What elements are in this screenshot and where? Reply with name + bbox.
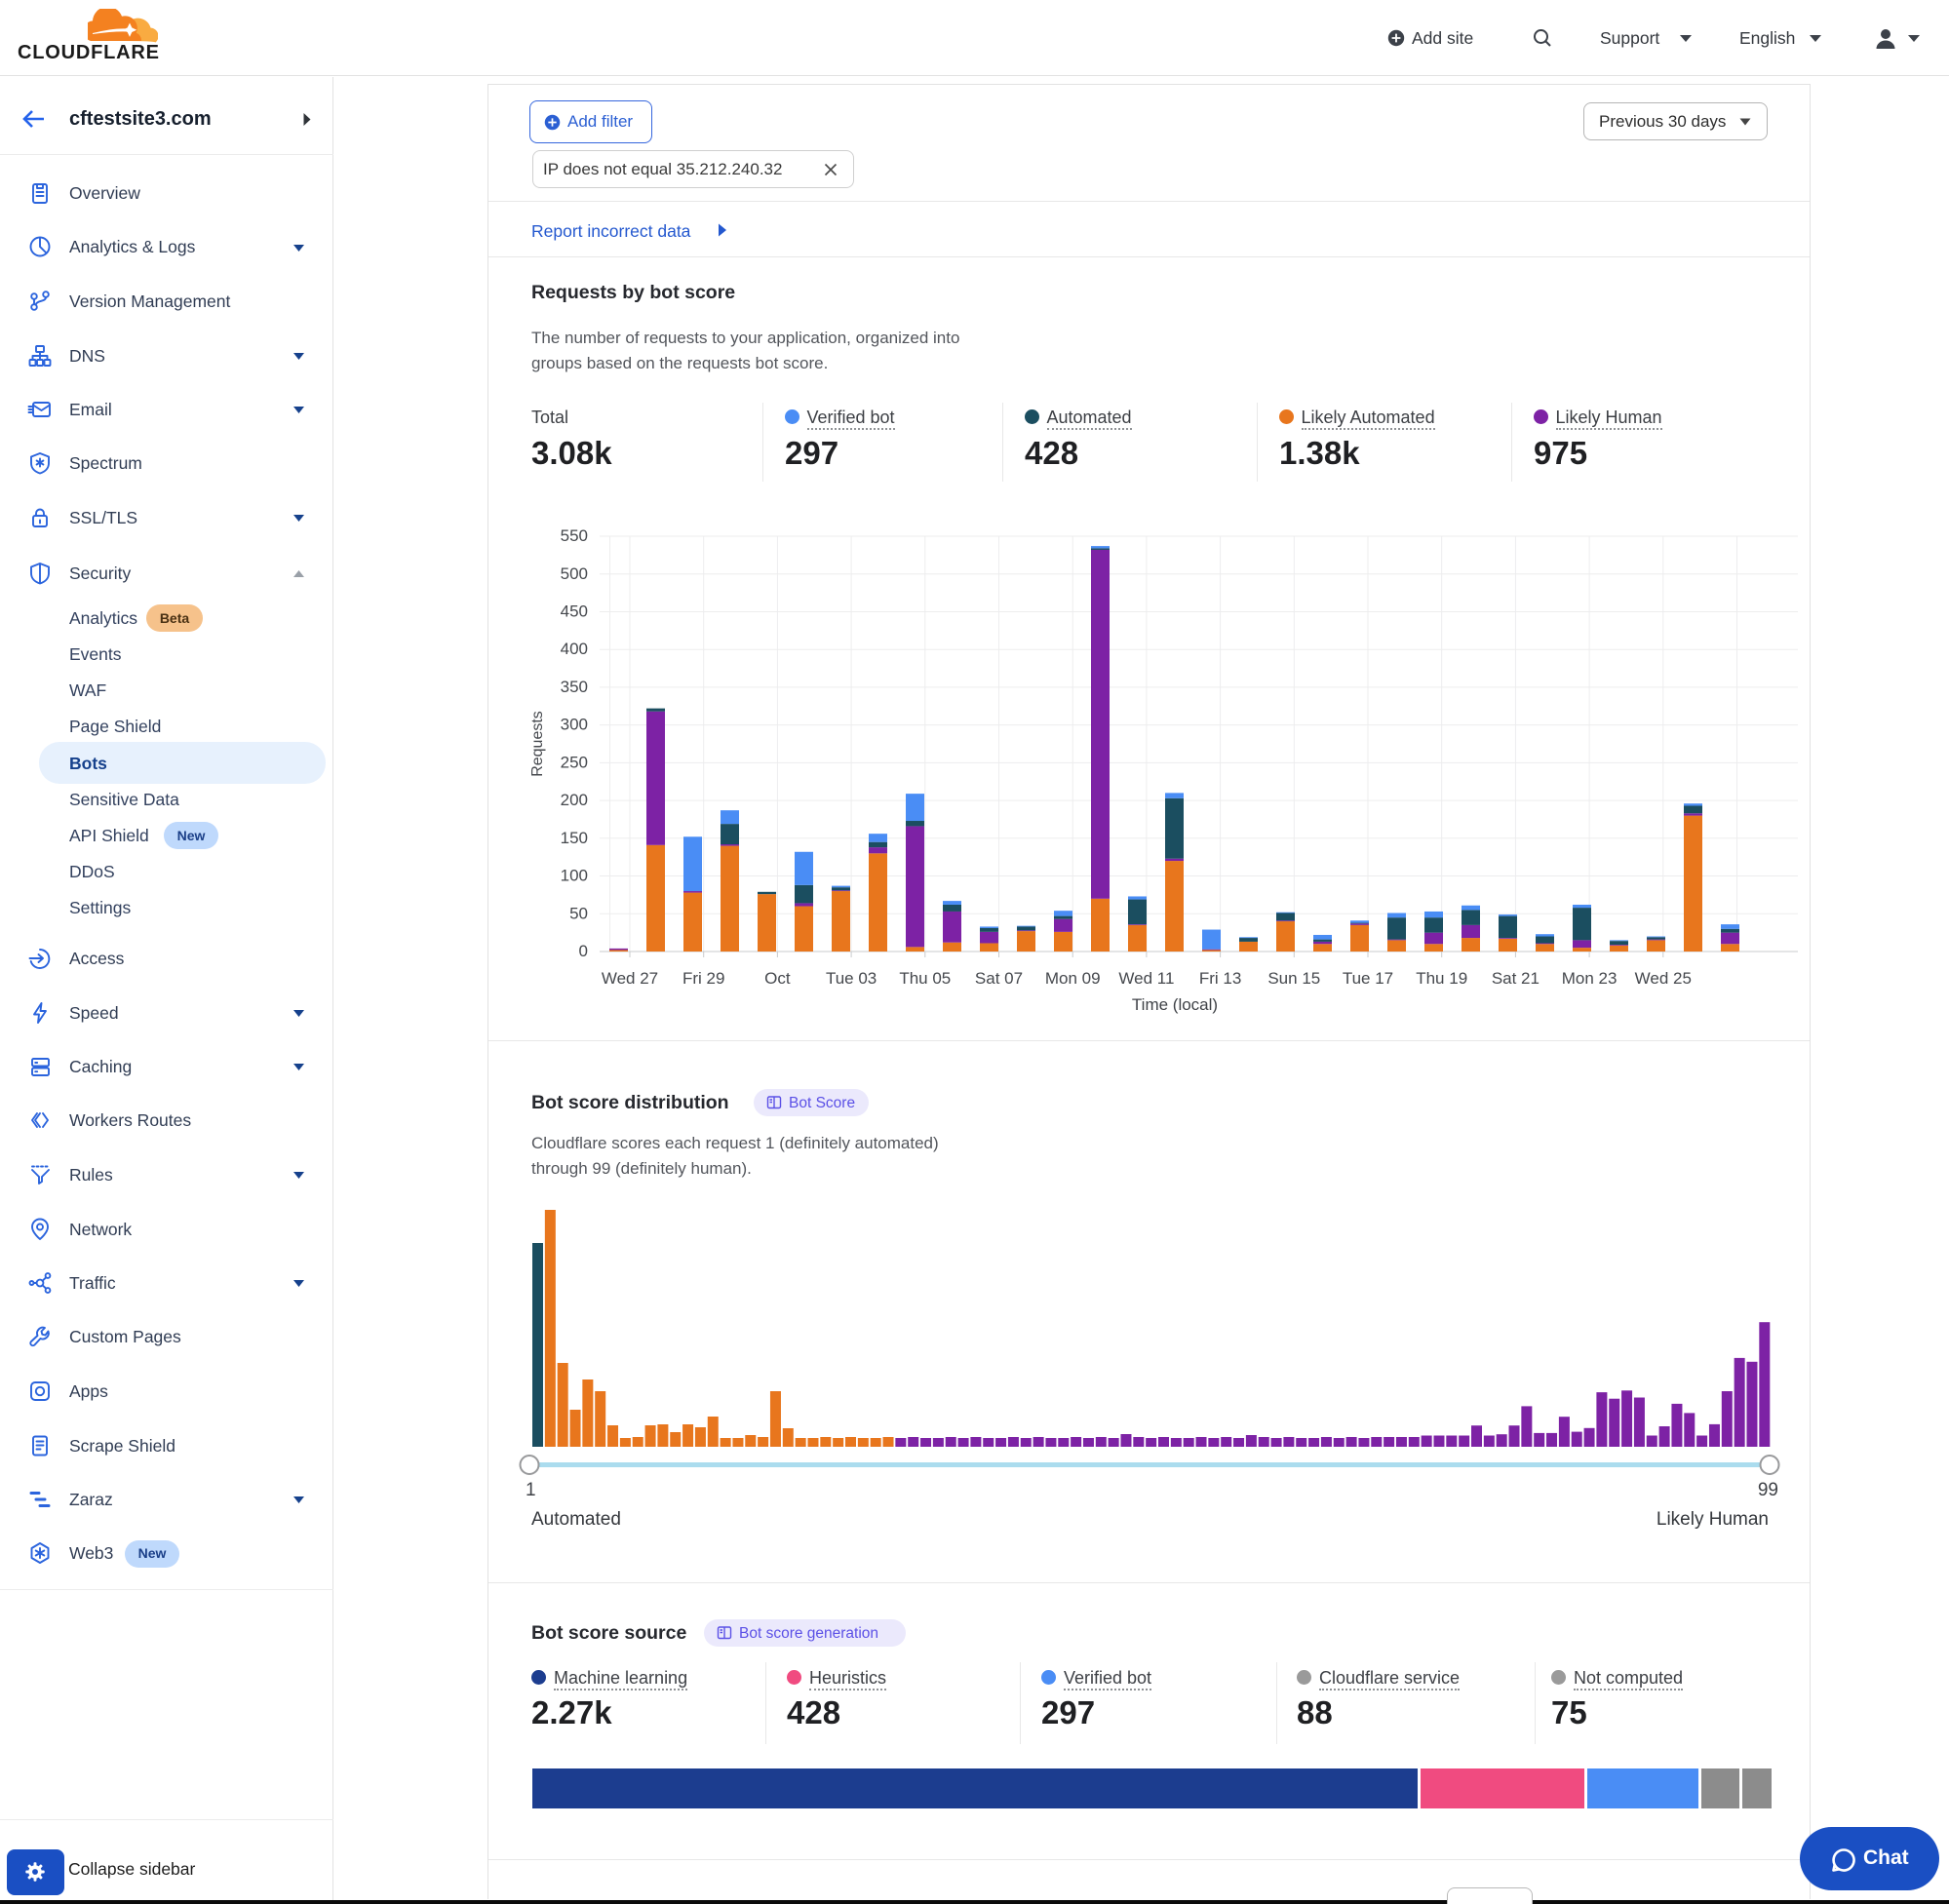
svg-text:0: 0 [579,942,588,960]
svg-text:Wed 27: Wed 27 [602,969,658,988]
svg-text:200: 200 [561,791,588,809]
svg-text:Mon 23: Mon 23 [1562,969,1618,988]
svg-text:Wed 11: Wed 11 [1118,969,1174,988]
svg-text:Tue 17: Tue 17 [1343,969,1393,988]
svg-text:100: 100 [561,867,588,885]
svg-text:Wed 25: Wed 25 [1635,969,1692,988]
svg-text:Requests: Requests [529,711,546,777]
svg-text:450: 450 [561,602,588,621]
svg-text:Time (local): Time (local) [1132,995,1218,1014]
svg-text:250: 250 [561,753,588,771]
svg-text:Mon 09: Mon 09 [1045,969,1101,988]
svg-text:Fri 13: Fri 13 [1199,969,1241,988]
svg-text:Fri 29: Fri 29 [682,969,724,988]
svg-text:Tue 03: Tue 03 [826,969,877,988]
svg-text:400: 400 [561,640,588,658]
svg-text:Sat 21: Sat 21 [1492,969,1540,988]
svg-text:550: 550 [561,526,588,545]
svg-text:Thu 05: Thu 05 [899,969,951,988]
svg-text:Oct: Oct [764,969,791,988]
svg-text:50: 50 [569,904,588,922]
svg-text:300: 300 [561,716,588,734]
svg-text:Sun 15: Sun 15 [1267,969,1320,988]
svg-text:350: 350 [561,678,588,696]
svg-text:500: 500 [561,564,588,583]
svg-text:Thu 19: Thu 19 [1416,969,1467,988]
svg-text:Sat 07: Sat 07 [975,969,1023,988]
svg-text:150: 150 [561,829,588,847]
